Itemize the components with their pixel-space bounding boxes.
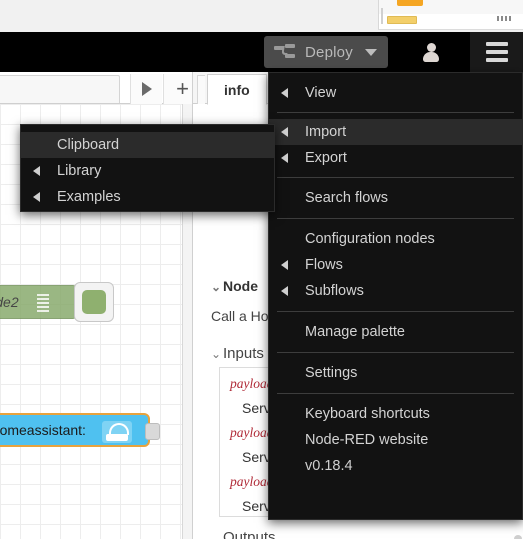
submenu-item-clipboard[interactable]: Clipboard (21, 132, 274, 158)
deploy-button-label: Deploy (305, 43, 353, 61)
menu-divider (277, 218, 514, 219)
chevron-left-icon (281, 286, 288, 296)
background-browser-window (378, 0, 523, 30)
input-property-key: payload (230, 376, 274, 391)
sidebar-node-description: Call a Ho (211, 308, 269, 324)
flow-node-debug[interactable]: g node2 (0, 285, 78, 319)
chevron-down-icon[interactable] (364, 48, 377, 56)
user-menu-button[interactable] (410, 38, 452, 66)
menu-item-manage-palette[interactable]: Manage palette (269, 319, 522, 345)
hamburger-menu-icon-bar (485, 50, 508, 54)
sidebar-scrollbar[interactable] (514, 535, 522, 539)
chevron-right-icon (141, 82, 152, 96)
flow-node-label: g node2 (0, 294, 19, 310)
background-browser-sidebar-edge (381, 8, 383, 24)
main-menu-dropdown: View Import Export Search flows Configur… (268, 72, 523, 520)
menu-item-settings[interactable]: Settings (269, 360, 522, 386)
chevron-left-icon (33, 192, 40, 202)
chevron-left-icon (281, 88, 288, 98)
tabs-scroll-right-button[interactable] (130, 74, 162, 104)
menu-divider (277, 177, 514, 178)
menu-divider (277, 311, 514, 312)
menu-item-export[interactable]: Export (269, 145, 522, 171)
node-status-icon (82, 290, 106, 314)
menu-divider (277, 352, 514, 353)
hamburger-menu-icon-bar (485, 58, 508, 62)
menu-item-version[interactable]: v0.18.4 (269, 453, 522, 479)
main-menu-button[interactable] (470, 32, 523, 72)
sidebar-tab-info[interactable]: info (207, 74, 267, 105)
deploy-icon (274, 43, 296, 61)
workspace-tabs: + (0, 72, 210, 104)
menu-item-subflows[interactable]: Subflows (269, 278, 522, 304)
input-property-key: payload (230, 474, 274, 489)
workspace-tab[interactable] (0, 75, 120, 103)
menu-item-flows[interactable]: Flows (269, 252, 522, 278)
flow-node-homeassistant[interactable]: svc: homeassistant: (0, 413, 160, 447)
submenu-item-examples[interactable]: Examples (21, 184, 274, 210)
deploy-button[interactable]: Deploy (264, 36, 388, 68)
node-red-editor-window: Deploy + g node2 svc: home (0, 0, 523, 539)
import-submenu: Clipboard Library Examples (20, 124, 275, 212)
home-assistant-icon (102, 421, 132, 443)
input-property-key: payload (230, 425, 274, 440)
node-toggle-button[interactable] (74, 282, 114, 322)
editor-header: Deploy (0, 32, 523, 72)
submenu-item-library[interactable]: Library (21, 158, 274, 184)
menu-divider (277, 112, 514, 113)
background-browser-tab (397, 0, 423, 6)
chevron-down-icon: ⌄ (211, 531, 222, 539)
menu-divider (277, 393, 514, 394)
chevron-left-icon (281, 260, 288, 270)
menu-item-configuration-nodes[interactable]: Configuration nodes (269, 226, 522, 252)
flow-node-label: svc: homeassistant: (0, 422, 86, 438)
background-browser-controls-icon (497, 16, 513, 21)
menu-item-import[interactable]: Import (269, 119, 522, 145)
menu-item-search-flows[interactable]: Search flows (269, 185, 522, 211)
chevron-left-icon (281, 153, 288, 163)
background-browser-url-bar (387, 16, 417, 24)
node-output-port[interactable] (145, 423, 160, 440)
hamburger-menu-icon (485, 42, 508, 46)
chevron-down-icon: ⌄ (211, 347, 222, 361)
menu-item-nodered-website[interactable]: Node-RED website (269, 427, 522, 453)
chevron-left-icon (281, 127, 288, 137)
chevron-down-icon: ⌄ (211, 280, 222, 294)
sidebar-inputs-header[interactable]: ⌄ Inputs (211, 345, 264, 362)
sidebar-node-header[interactable]: ⌄ Node (211, 278, 258, 294)
user-icon (422, 42, 440, 62)
chevron-left-icon (33, 166, 40, 176)
menu-item-keyboard-shortcuts[interactable]: Keyboard shortcuts (269, 401, 522, 427)
browser-chrome-strip (0, 0, 523, 32)
sidebar-tab-edge (197, 75, 205, 104)
sidebar-outputs-header[interactable]: ⌄ Outputs (211, 529, 276, 539)
node-grip-icon (37, 294, 49, 312)
menu-item-view[interactable]: View (269, 80, 522, 106)
